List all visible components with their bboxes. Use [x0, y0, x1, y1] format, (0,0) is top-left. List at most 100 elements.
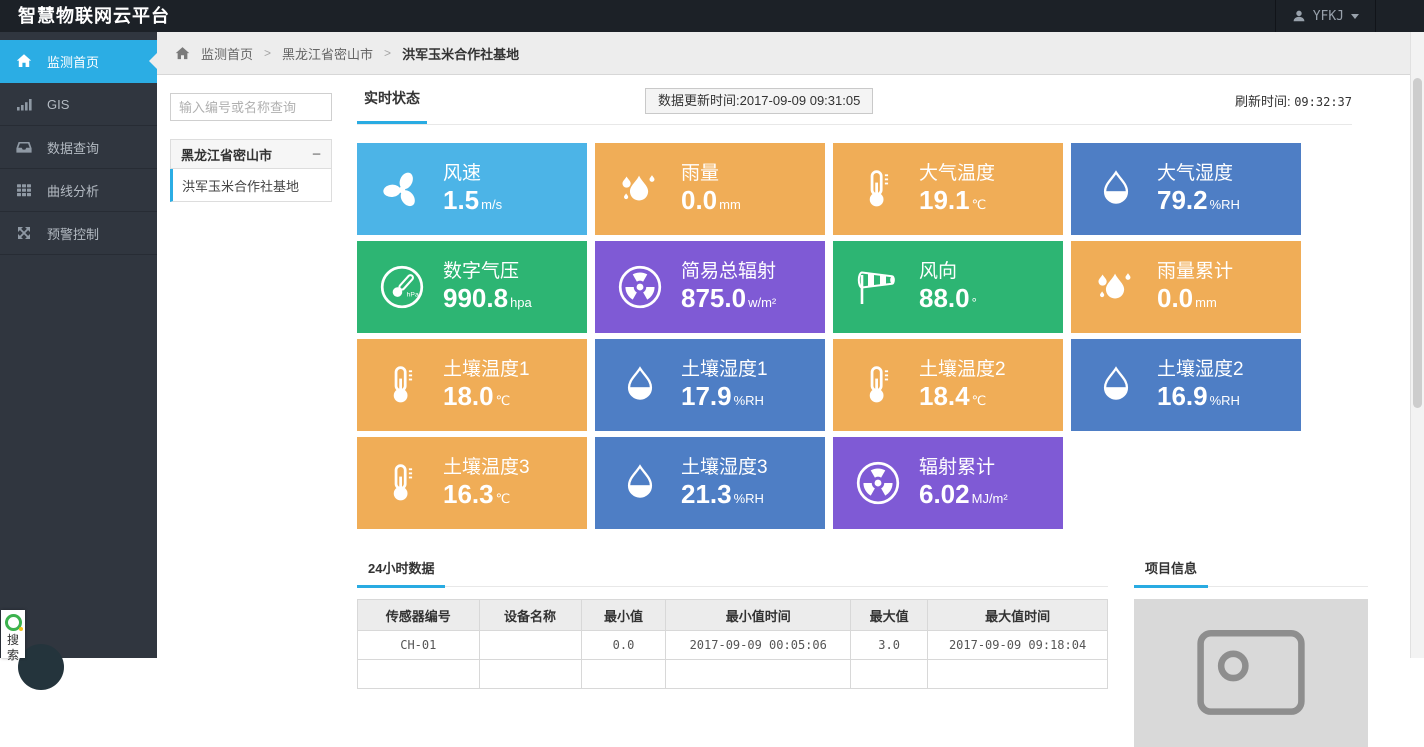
data-update-time: 数据更新时间:2017-09-09 09:31:05 [645, 88, 873, 114]
sensor-card-value-row: 88.0° [919, 284, 977, 314]
sensor-card-value: 16.3 [443, 479, 494, 509]
refresh-time-value: 09:32:37 [1294, 95, 1352, 109]
sensor-card[interactable]: 大气温度19.1℃ [833, 143, 1063, 235]
sensor-card[interactable]: 土壤湿度117.9%RH [595, 339, 825, 431]
search-input[interactable] [170, 93, 332, 121]
radiation-icon [849, 458, 907, 508]
sensor-card[interactable]: 土壤温度316.3℃ [357, 437, 587, 529]
search-widget[interactable]: 搜索 [1, 610, 25, 658]
table-header-cell: 传感器编号 [358, 600, 480, 631]
sensor-card[interactable]: 土壤湿度321.3%RH [595, 437, 825, 529]
sidebar-item-label: 数据查询 [47, 138, 99, 157]
table-cell [581, 660, 666, 689]
scrollbar-thumb[interactable] [1413, 78, 1422, 408]
hour-data-table: 传感器编号设备名称最小值最小值时间最大值最大值时间CH-010.02017-09… [357, 599, 1108, 689]
table-cell [666, 660, 851, 689]
status-tab-row: 实时状态 数据更新时间:2017-09-09 09:31:05 [357, 75, 1352, 125]
app-title: 智慧物联网云平台 [18, 0, 170, 32]
humidity-drop-icon [611, 362, 669, 408]
sensor-card-name: 土壤湿度1 [681, 358, 768, 383]
sensor-card[interactable]: 风向88.0° [833, 241, 1063, 333]
sensor-card[interactable]: 雨量累计0.0mm [1071, 241, 1301, 333]
sensor-card-name: 简易总辐射 [681, 260, 776, 285]
sensor-card-value-row: 21.3%RH [681, 480, 768, 510]
breadcrumb-item[interactable]: 监测首页 [201, 44, 253, 63]
table-cell [479, 660, 581, 689]
sensor-card[interactable]: 大气湿度79.2%RH [1071, 143, 1301, 235]
sensor-card-value-row: 19.1℃ [919, 186, 995, 216]
sensor-card-value-row: 16.3℃ [443, 480, 530, 510]
table-header-cell: 最小值时间 [666, 600, 851, 631]
tree-group-label: 黑龙江省密山市 [181, 145, 272, 164]
sensor-card-name: 数字气压 [443, 260, 532, 285]
sensor-card-unit: MJ/m² [972, 491, 1008, 506]
table-cell: 3.0 [851, 631, 928, 660]
home-icon [175, 46, 190, 61]
tree-group-header[interactable]: 黑龙江省密山市 − [170, 139, 332, 169]
sensor-card-name: 风速 [443, 162, 502, 187]
sensor-card-unit: hpa [510, 295, 532, 310]
fan-icon [373, 166, 431, 212]
sensor-card-text: 辐射累计6.02MJ/m² [919, 456, 1008, 511]
user-name: YFKJ [1313, 9, 1344, 24]
sensor-card[interactable]: 土壤温度218.4℃ [833, 339, 1063, 431]
sensor-card-text: 土壤湿度117.9%RH [681, 358, 768, 413]
breadcrumb-item[interactable]: 黑龙江省密山市 [282, 44, 373, 63]
humidity-drop-icon [1087, 362, 1145, 408]
tab-24h-data[interactable]: 24小时数据 [357, 558, 445, 588]
table-cell [358, 660, 480, 689]
sidebar-item-curve-analysis[interactable]: 曲线分析 [0, 169, 157, 212]
sensor-card-unit: ℃ [496, 393, 511, 408]
sensor-card-name: 土壤湿度3 [681, 456, 768, 481]
inbox-icon [16, 139, 32, 155]
table-header-row: 传感器编号设备名称最小值最小值时间最大值最大值时间 [358, 600, 1108, 631]
sensor-card-value: 21.3 [681, 479, 732, 509]
sensor-card-text: 雨量0.0mm [681, 162, 741, 217]
top-bar: 智慧物联网云平台 YFKJ [0, 0, 1424, 32]
sensor-card-unit: ° [972, 295, 977, 310]
table-cell: CH-01 [358, 631, 480, 660]
sensor-cards-grid: 风速1.5m/s 雨量0.0mm 大气温度19.1℃大气湿度79.2%RH hPa 数字… [357, 143, 1301, 529]
tree-item-device[interactable]: 洪军玉米合作社基地 [170, 169, 332, 202]
sensor-card-value: 0.0 [1157, 283, 1193, 313]
search-widget-logo-icon [5, 614, 22, 631]
sensor-card[interactable]: hPa数字气压990.8hpa [357, 241, 587, 333]
sensor-card-value: 79.2 [1157, 185, 1208, 215]
breadcrumb-item[interactable]: 洪军玉米合作社基地 [402, 44, 519, 63]
sensor-card-text: 土壤温度118.0℃ [443, 358, 530, 413]
table-cell [479, 631, 581, 660]
user-menu[interactable]: YFKJ [1275, 0, 1376, 32]
sensor-card-name: 土壤温度3 [443, 456, 530, 481]
table-header-cell: 最小值 [581, 600, 666, 631]
sensor-card[interactable]: 风速1.5m/s [357, 143, 587, 235]
sidebar-item-data-query[interactable]: 数据查询 [0, 126, 157, 169]
sensor-card-unit: m/s [481, 197, 502, 212]
sensor-card-value-row: 18.4℃ [919, 382, 1006, 412]
sensor-card[interactable]: 土壤湿度216.9%RH [1071, 339, 1301, 431]
sidebar-item-label: 监测首页 [47, 52, 99, 71]
table-row-clipped [358, 660, 1108, 689]
sensor-card-name: 雨量 [681, 162, 741, 187]
sensor-card-value-row: 16.9%RH [1157, 382, 1244, 412]
sensor-card-value-row: 18.0℃ [443, 382, 530, 412]
sensor-card-value: 1.5 [443, 185, 479, 215]
sidebar-item-monitor-home[interactable]: 监测首页 [0, 40, 157, 83]
sensor-card-value-row: 0.0mm [681, 186, 741, 216]
sensor-card[interactable]: 简易总辐射875.0w/m² [595, 241, 825, 333]
sidebar-item-alarm-control[interactable]: 预警控制 [0, 212, 157, 255]
hour-data-panel: 24小时数据 传感器编号设备名称最小值最小值时间最大值最大值时间CH-010.0… [357, 550, 1108, 689]
tab-project-info[interactable]: 项目信息 [1134, 558, 1208, 588]
refresh-time: 刷新时间: 09:32:37 [1235, 91, 1352, 110]
thermometer-icon [849, 362, 907, 408]
tab-realtime-status[interactable]: 实时状态 [357, 75, 427, 124]
sidebar-item-gis[interactable]: GIS [0, 83, 157, 126]
arrows-icon [16, 225, 32, 241]
sensor-card[interactable]: 土壤温度118.0℃ [357, 339, 587, 431]
sensor-card-name: 风向 [919, 260, 977, 285]
sensor-card[interactable]: 辐射累计6.02MJ/m² [833, 437, 1063, 529]
vertical-scrollbar[interactable] [1410, 32, 1424, 658]
sensor-card[interactable]: 雨量0.0mm [595, 143, 825, 235]
project-image-placeholder [1134, 599, 1368, 747]
table-header-cell: 设备名称 [479, 600, 581, 631]
pressure-icon: hPa [373, 262, 431, 312]
